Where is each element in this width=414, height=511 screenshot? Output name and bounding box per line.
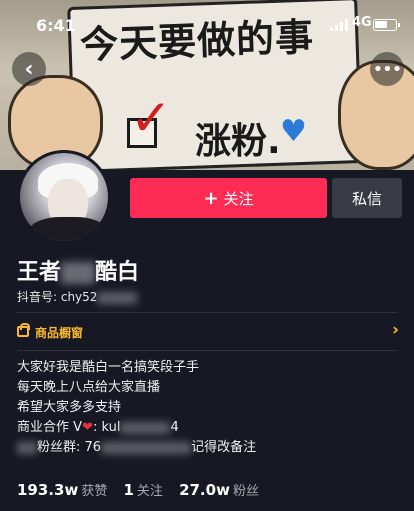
redacted-blur	[61, 262, 96, 284]
redacted-blur	[101, 441, 192, 454]
douyin-id: 抖音号: chy52	[17, 288, 138, 305]
message-button[interactable]: 私信	[332, 178, 402, 218]
likes-stat[interactable]: 193.3w 获赞	[17, 481, 119, 499]
more-options-button[interactable]: •••	[370, 52, 404, 86]
following-stat[interactable]: 1 关注	[123, 481, 174, 499]
redacted-blur	[120, 421, 171, 434]
checkmark-icon: ✓	[130, 89, 172, 147]
follow-button[interactable]: + 关注	[130, 178, 327, 218]
bio-line: 商业合作 V❤: kul 4	[17, 420, 179, 435]
followers-stat[interactable]: 27.0w 粉丝	[179, 481, 271, 499]
status-time: 6:41	[36, 16, 76, 35]
profile-name: 王者 酷白	[17, 260, 140, 285]
cover-sign-text: 涨粉.	[195, 121, 281, 162]
message-button-label: 私信	[351, 189, 382, 208]
blue-heart-icon: ♥	[280, 114, 307, 149]
red-heart-icon: ❤	[82, 420, 93, 435]
network-type: 4G	[352, 15, 372, 30]
follow-button-label: 关注	[223, 189, 254, 208]
bio-line: 希望大家多多支持	[17, 400, 122, 415]
battery-icon	[373, 19, 400, 31]
shop-window-label: 商品橱窗	[35, 326, 84, 340]
redacted-blur	[17, 441, 37, 454]
plus-icon: +	[203, 187, 219, 209]
status-bar: 6:41 4G	[0, 0, 414, 40]
shop-window-row[interactable]: 商品橱窗 ›	[17, 320, 403, 344]
chevron-left-icon: ‹	[24, 56, 34, 82]
divider	[17, 312, 397, 313]
avatar[interactable]	[17, 150, 111, 244]
bio: 大家好我是酷白一名搞笑段子手 每天晚上八点给大家直播 希望大家多多支持 商业合作…	[17, 358, 256, 458]
shopping-bag-icon	[17, 323, 30, 337]
bio-line: 大家好我是酷白一名搞笑段子手	[17, 360, 200, 375]
redacted-blur	[97, 291, 138, 304]
bio-line: 每天晚上八点给大家直播	[17, 380, 161, 395]
signal-icon	[330, 19, 350, 31]
back-button[interactable]: ‹	[12, 52, 46, 86]
divider	[17, 350, 397, 351]
bio-line: 粉丝群: 76 记得改备注	[17, 438, 256, 458]
more-dots-icon: •••	[372, 58, 403, 80]
chevron-right-icon: ›	[391, 320, 399, 340]
profile-stats: 193.3w 获赞 1 关注 27.0w 粉丝	[17, 480, 271, 499]
